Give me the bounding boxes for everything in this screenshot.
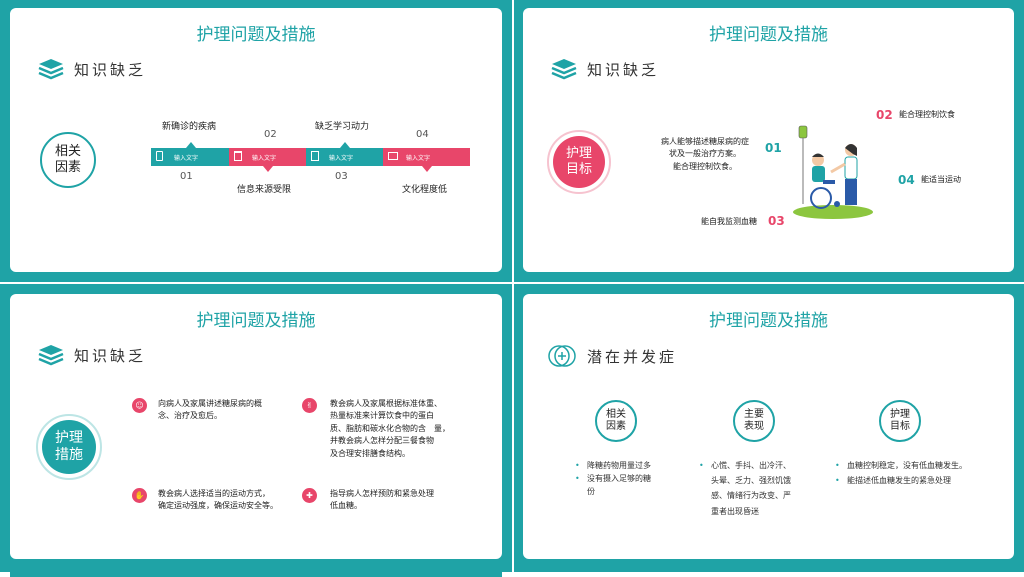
goal-1-number: 01 — [765, 141, 782, 155]
section-header: 知识缺乏 — [38, 58, 146, 80]
timeline-label-top-4: 04 — [416, 129, 429, 140]
section-title: 潜在并发症 — [587, 347, 678, 366]
column-1-circle: 相关 因素 — [595, 400, 637, 442]
segment-pointer — [263, 166, 273, 172]
goal-4-number: 04 — [898, 173, 915, 187]
section-title: 知识缺乏 — [74, 60, 147, 79]
list-item: 没有摄入足够的糖 份 — [575, 473, 651, 499]
stack-books-icon — [551, 59, 577, 80]
slide-title: 护理问题及措施 — [196, 25, 316, 45]
column-3-list: 血糖控制稳定，没有低血糖发生。 能描述低血糖发生的紧急处理 — [835, 458, 967, 489]
segment-text: 输入文字 — [174, 155, 199, 162]
timeline-label-top-1: 新确诊的疾病 — [162, 122, 217, 132]
document-icon — [156, 151, 163, 161]
hand-icon: ✌ — [302, 398, 317, 413]
panel-divider-vertical — [512, 0, 514, 577]
slide-title: 护理问题及措施 — [196, 311, 316, 331]
slide-title: 护理问题及措施 — [709, 25, 828, 45]
image-icon — [388, 152, 398, 160]
measure-item-1: 向病人及家属讲述糖尿病的概 念、治疗及愈后。 — [158, 399, 262, 421]
timeline-segment-1: 输入文字 — [151, 148, 229, 166]
segment-pointer — [422, 166, 432, 172]
smile-icon: ☺ — [132, 398, 147, 413]
next-slide-preview-strip — [0, 572, 1024, 577]
list-item: 能描述低血糖发生的紧急处理 — [835, 473, 967, 488]
trash-icon — [234, 151, 242, 161]
segment-pointer — [340, 142, 350, 148]
goal-2-number: 02 — [876, 108, 893, 122]
measure-circle: 护理 措施 — [36, 414, 102, 480]
handshake-icon: ✋ — [132, 488, 147, 503]
segment-text: 输入文字 — [329, 155, 354, 162]
timeline-segment-3: 输入文字 — [306, 148, 383, 166]
column-3-circle: 护理 目标 — [879, 400, 921, 442]
timeline-label-bottom-2: 信息来源受限 — [237, 185, 292, 195]
timeline-label-bottom-3: 03 — [335, 171, 348, 182]
timeline-segment-2: 输入文字 — [229, 148, 306, 166]
column-2-circle: 主要 表现 — [733, 400, 775, 442]
goal-1-text: 病人能够描述糖尿病的症 状及一般治疗方案。 能合理控制饮食。 — [661, 137, 749, 171]
slide-2[interactable]: 护理问题及措施 知识缺乏 护理 目标 病人能够描述糖尿病的症 状及一般治疗方案。… — [523, 8, 1014, 272]
goal-2-text: 能合理控制饮食 — [899, 110, 955, 119]
factor-circle-label: 相关 因素 — [54, 144, 81, 175]
timeline-label-bottom-4: 文化程度低 — [402, 185, 448, 195]
slide-4[interactable]: 护理问题及措施 潜在并发症 相关 因素 降糖药物用量过多 没有摄入足够的糖 份 … — [523, 294, 1014, 559]
goal-3-text: 能自我监测血糖 — [701, 217, 757, 226]
section-title: 知识缺乏 — [74, 346, 147, 365]
goal-circle: 护理 目标 — [547, 130, 611, 194]
goal-4-text: 能适当运动 — [921, 175, 961, 184]
slide-title: 护理问题及措施 — [709, 311, 828, 331]
slide-1[interactable]: 护理问题及措施 知识缺乏 相关 因素 输入文字 输入文字 输入文字 输入文字 新… — [10, 8, 502, 272]
goal-3-number: 03 — [768, 214, 785, 228]
column-3-title: 护理 目标 — [890, 409, 910, 432]
segment-pointer — [186, 142, 196, 148]
panel-divider-horizontal — [0, 282, 1024, 284]
timeline-label-top-3: 缺乏学习动力 — [315, 122, 370, 132]
section-title: 知识缺乏 — [587, 60, 660, 79]
complication-icon — [548, 345, 576, 367]
factor-circle: 相关 因素 — [40, 132, 96, 188]
list-item: 血糖控制稳定，没有低血糖发生。 — [835, 458, 967, 473]
column-2-title: 主要 表现 — [744, 409, 764, 432]
slide-3[interactable]: 护理问题及措施 知识缺乏 护理 措施 ☺ 向病人及家属讲述糖尿病的概 念、治疗及… — [10, 294, 502, 559]
list-item: 心慌、手抖、出冷汗、 头晕、乏力、强烈饥饿 感、情绪行为改变、严 重者出现昏迷 — [699, 458, 791, 519]
goal-circle-label: 护理 目标 — [565, 146, 592, 177]
column-1-list: 降糖药物用量过多 没有摄入足够的糖 份 — [575, 458, 651, 499]
column-2-list: 心慌、手抖、出冷汗、 头晕、乏力、强烈饥饿 感、情绪行为改变、严 重者出现昏迷 — [699, 458, 791, 519]
measure-circle-label: 护理 措施 — [55, 430, 83, 463]
nurse-wheelchair-illustration — [793, 125, 873, 219]
column-1-title: 相关 因素 — [606, 409, 626, 432]
measure-item-2: 教会病人及家属根据标准体重、 热量标准来计算饮食中的蛋白 质、脂肪和碳水化合物的… — [330, 399, 450, 458]
measure-item-4: 指导病人怎样预防和紧急处理 低血糖。 — [330, 489, 434, 511]
section-header: 知识缺乏 — [38, 344, 146, 366]
timeline-label-top-2: 02 — [264, 129, 277, 140]
timeline-segment-4: 输入文字 — [383, 148, 470, 166]
medical-icon: ✚ — [302, 488, 317, 503]
stack-books-icon — [38, 345, 64, 366]
segment-text: 输入文字 — [252, 155, 277, 162]
section-header: 潜在并发症 — [547, 344, 677, 368]
segment-text: 输入文字 — [406, 155, 431, 162]
stack-books-icon — [38, 59, 64, 80]
list-item: 降糖药物用量过多 — [575, 458, 651, 473]
section-header: 知识缺乏 — [551, 58, 659, 80]
measure-item-3: 教会病人选择适当的运动方式， 确定运动强度，确保运动安全等。 — [158, 489, 278, 511]
edit-icon — [311, 151, 319, 161]
timeline-label-bottom-1: 01 — [180, 171, 193, 182]
